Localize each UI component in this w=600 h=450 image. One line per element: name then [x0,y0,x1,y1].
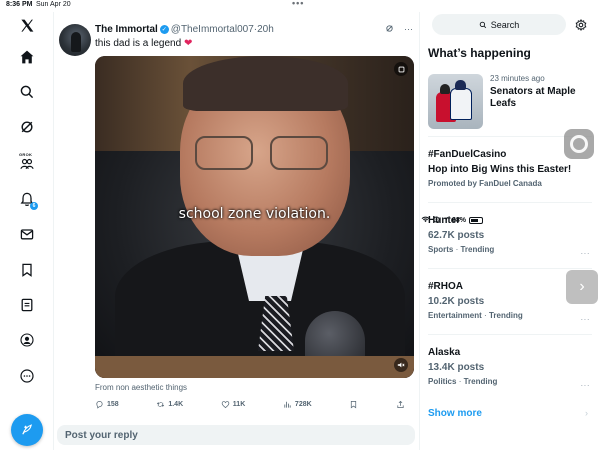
left-nav: GROK 6 [0,12,54,450]
tweet-column: The Immortal ✓ @TheImmortal007 · 20h ···… [55,12,420,450]
status-bar: 8:36 PM Sun Apr 20 ••• 68% [0,0,600,224]
trend-item[interactable]: Hunter 62.7K posts Sports · Trending ··· [428,215,592,258]
trend-posts: 13.4K posts [428,362,485,373]
like-heart-icon [221,401,230,409]
reply-count: 158 [107,401,119,408]
profile-icon[interactable] [17,330,37,350]
views-count: 728K [294,401,312,408]
trend-more-icon[interactable]: ··· [581,315,591,324]
app-root: 8:36 PM Sun Apr 20 ••• 68% GROK 6 The Im… [0,0,600,450]
trend-dot: · [458,377,462,386]
share-button[interactable] [396,400,405,409]
compose-feather-icon [22,424,32,435]
trend-name: Hunter [428,215,461,226]
trend-category: Politics [428,377,457,386]
messages-mail-icon[interactable] [17,224,37,244]
views-button[interactable]: 728K [283,400,312,409]
reply-input[interactable] [57,425,415,446]
lists-icon[interactable] [17,295,37,315]
trend-status: Trending [463,377,498,386]
promoted-label: Promoted by FanDuel Canada [428,179,542,188]
news-thumbnail[interactable] [428,74,483,129]
mute-speaker-icon[interactable] [394,358,408,372]
divider [428,268,592,269]
x-logo-icon[interactable] [17,16,37,36]
repost-icon [157,402,165,407]
divider [428,202,592,203]
chevron-right-icon: › [585,408,588,418]
trend-dot: · [455,245,459,254]
repost-button[interactable]: 1.4K [156,400,183,409]
reply-composer[interactable] [57,425,415,446]
verified-badge-icon: ✓ [159,25,169,34]
right-sidebar: Search What’s happening 23 minutes ago S… [421,12,600,450]
grok-explain-icon[interactable] [385,24,394,35]
author-name[interactable]: The Immortal [95,24,158,35]
assistive-touch-button[interactable] [564,129,594,159]
show-more-link[interactable]: Show more [428,408,482,419]
trend-status: Trending [460,245,495,254]
status-time: 8:36 PM [6,1,33,8]
trend-meta: Sports · Trending [428,245,592,254]
author-avatar[interactable] [59,24,91,56]
more-options-icon[interactable] [17,366,37,386]
tweet-text-body: this dad is a legend [95,38,182,49]
news-timestamp: 23 minutes ago [490,74,545,83]
trend-dot: · [484,311,487,320]
settings-gear-icon[interactable] [575,18,587,31]
trend-more-icon[interactable]: ··· [581,381,591,390]
tweet-actions: 158 1.4K 11K 728K [95,400,405,409]
reply-icon [96,400,103,409]
author-handle[interactable]: @TheImmortal007 [171,24,254,35]
trend-posts: 62.7K posts [428,230,485,241]
bookmarks-icon[interactable] [17,260,37,280]
news-headline[interactable]: Senators at Maple Leafs [490,86,585,110]
heart-emoji: ❤ [183,38,193,49]
divider [428,334,592,335]
communities-icon[interactable] [17,154,37,174]
video-options-icon[interactable] [394,62,408,76]
media-source[interactable]: From non aesthetic things [95,383,187,392]
trend-subtitle: Hop into Big Wins this Easter! [428,164,572,175]
notifications-badge: 6 [30,202,38,210]
chevron-right-button[interactable]: › [566,270,598,304]
compose-post-button[interactable] [11,414,43,446]
explore-search-icon[interactable] [17,82,37,102]
search-icon [479,21,486,28]
video-caption: school zone violation. [178,206,331,222]
share-icon [397,400,404,409]
home-icon[interactable] [17,47,37,67]
trend-status: Trending [488,311,523,320]
bookmark-button[interactable] [349,400,358,409]
trend-category: Sports [428,245,454,254]
tweet-more-icon[interactable]: ··· [404,24,413,35]
like-button[interactable]: 11K [221,400,245,409]
views-chart-icon [284,401,291,408]
tweet-video[interactable]: school zone violation. [95,56,414,378]
trend-meta: Entertainment · Trending [428,311,592,320]
reply-button[interactable]: 158 [95,400,119,409]
trend-meta: Politics · Trending [428,377,592,386]
repost-count: 1.4K [168,401,184,408]
status-date: Sun Apr 20 [36,1,71,8]
trend-more-icon[interactable]: ··· [581,249,591,258]
trend-category: Entertainment [428,311,482,320]
search-box[interactable]: Search [432,14,566,35]
trend-item[interactable]: Alaska 13.4K posts Politics · Trending ·… [428,347,592,390]
whats-happening-title: What’s happening [428,46,531,60]
trend-name: Alaska [428,347,461,358]
tweet-age[interactable]: 20h [257,24,274,35]
tweet-header-actions: ··· [385,24,413,35]
search-label: Search [490,19,520,30]
tweet-text: this dad is a legend ❤ [95,38,192,49]
bookmark-icon [351,400,357,409]
grok-icon[interactable] [17,117,37,137]
tweet-header: The Immortal ✓ @TheImmortal007 · 20h [95,24,274,35]
multitask-dots-icon[interactable]: ••• [292,0,304,8]
like-count: 11K [232,401,246,408]
